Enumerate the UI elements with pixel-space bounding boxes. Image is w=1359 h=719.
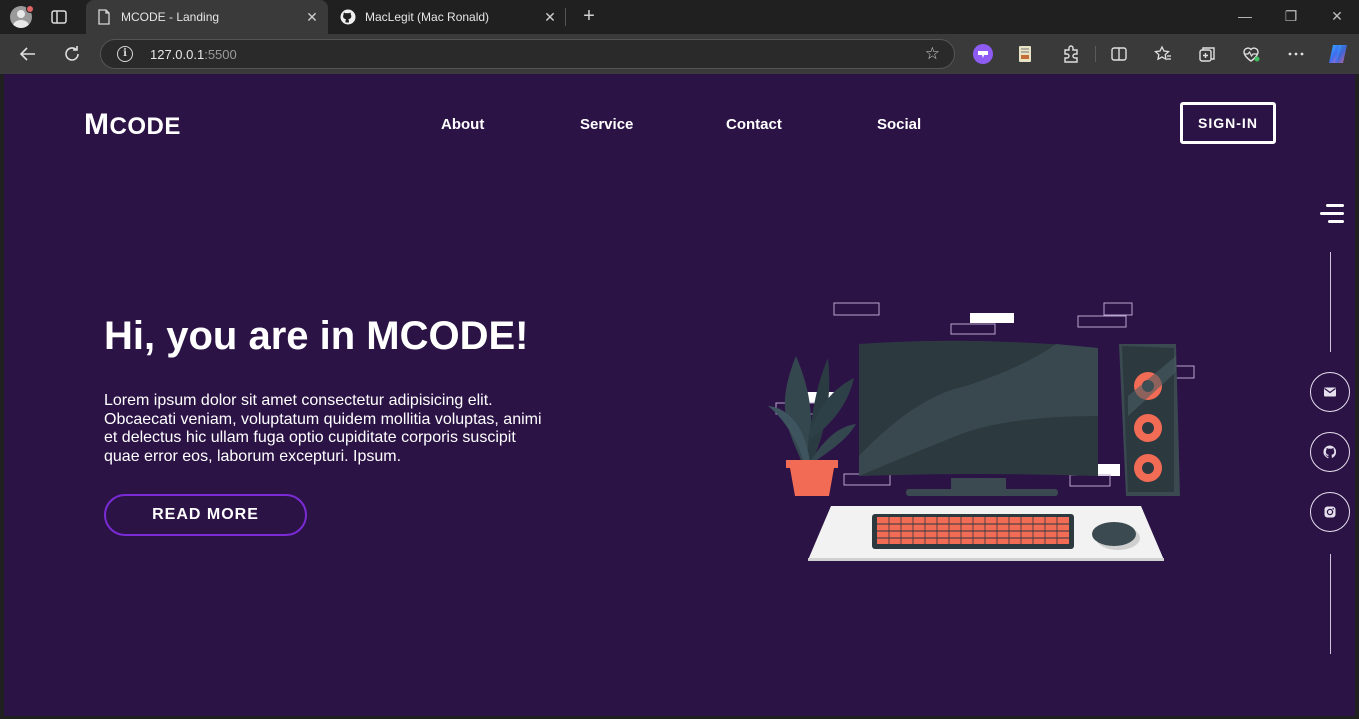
nav-about[interactable]: About [441,116,484,133]
tab-title: MacLegit (Mac Ronald) [365,10,490,24]
minimize-button[interactable]: — [1235,6,1255,26]
url-text: 127.0.0.1:5500 [150,47,237,62]
desk-setup-illustration [756,296,1206,566]
split-screen-icon[interactable] [1108,43,1130,65]
copilot-icon[interactable] [1326,42,1350,66]
read-more-button[interactable]: READ MORE [104,494,307,536]
close-tab-icon[interactable]: ✕ [542,9,558,25]
nav-social[interactable]: Social [877,116,921,133]
extension-purple-icon[interactable] [972,43,994,65]
favorites-icon[interactable] [1152,43,1174,65]
restore-button[interactable]: ❐ [1281,6,1301,26]
browser-toolbar: i 127.0.0.1:5500 ☆ [0,34,1359,74]
rail-line-top [1330,252,1331,352]
hero-title: Hi, you are in MCODE! [104,314,529,358]
nav-contact[interactable]: Contact [726,116,782,133]
extensions-puzzle-icon[interactable] [1060,43,1082,65]
tab-separator [565,8,566,26]
rail-line-bottom [1330,554,1331,654]
url-host: 127.0.0.1 [150,47,205,62]
site-info-icon[interactable]: i [117,46,133,62]
tab-actions-icon[interactable] [50,8,68,26]
browser-tab-bar: MCODE - Landing ✕ MacLegit (Mac Ronald) … [0,0,1359,34]
url-port: :5500 [204,47,237,62]
address-bar[interactable]: i 127.0.0.1:5500 ☆ [100,39,955,69]
browser-essentials-icon[interactable] [1240,43,1262,65]
tab-mcode-landing[interactable]: MCODE - Landing ✕ [86,0,328,34]
github-icon [340,9,356,25]
menu-hamburger-icon[interactable] [1318,204,1344,228]
collections-icon[interactable] [1196,43,1218,65]
more-options-icon[interactable] [1285,43,1307,65]
refresh-icon[interactable] [61,43,83,65]
extension-doc-icon[interactable] [1014,43,1036,65]
profile-notification-dot [26,5,34,13]
site-logo[interactable]: MCODE [84,108,181,142]
logo-initial: M [84,108,110,141]
landing-page: MCODE About Service Contact Social SIGN-… [4,74,1355,716]
back-icon[interactable] [17,43,39,65]
nav-service[interactable]: Service [580,116,633,133]
close-tab-icon[interactable]: ✕ [304,9,320,25]
mail-icon[interactable] [1310,372,1350,412]
favorite-star-icon[interactable]: ☆ [925,45,940,63]
logo-rest: CODE [109,113,181,140]
toolbar-separator [1095,46,1096,62]
tab-maclegit[interactable]: MacLegit (Mac Ronald) ✕ [330,0,566,34]
page-icon [96,9,112,25]
new-tab-button[interactable]: + [578,6,600,28]
sign-in-button[interactable]: SIGN-IN [1180,102,1276,144]
github-icon[interactable] [1310,432,1350,472]
tab-title: MCODE - Landing [121,10,220,24]
close-window-button[interactable]: ✕ [1327,6,1347,26]
instagram-icon[interactable] [1310,492,1350,532]
hero-description: Lorem ipsum dolor sit amet consectetur a… [104,392,542,465]
